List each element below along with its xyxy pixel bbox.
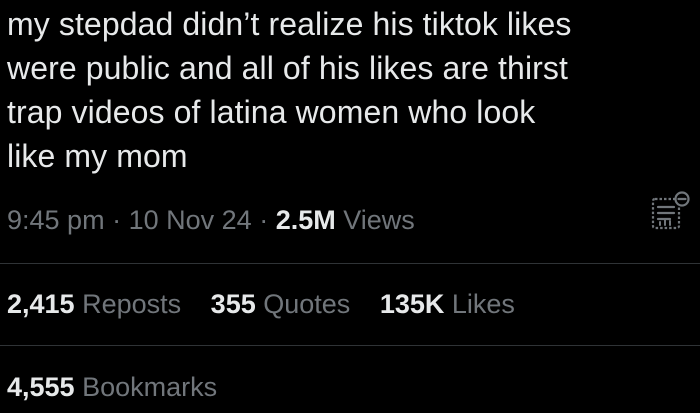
tweet-time[interactable]: 9:45 pm xyxy=(7,205,105,235)
divider xyxy=(0,263,700,264)
meta-separator: · xyxy=(259,205,269,235)
tweet-date[interactable]: 10 Nov 24 xyxy=(129,205,252,235)
reposts-count: 2,415 xyxy=(7,289,75,319)
views-count: 2.5M xyxy=(275,205,336,235)
divider xyxy=(0,345,700,346)
reposts-label: Reposts xyxy=(82,289,182,319)
bookmarks-count: 4,555 xyxy=(7,372,75,402)
reposts-stat[interactable]: 2,415 Reposts xyxy=(7,285,181,323)
quotes-count: 355 xyxy=(210,289,256,319)
bookmarks-stat[interactable]: 4,555 Bookmarks xyxy=(7,368,217,406)
engagement-stats: 2,415 Reposts 355 Quotes 135K Likes xyxy=(7,285,537,323)
bookmarks-stats: 4,555 Bookmarks xyxy=(7,368,239,406)
likes-count: 135K xyxy=(379,289,445,319)
tweet-text: my stepdad didn’t realize his tiktok lik… xyxy=(7,6,572,174)
analytics-icon[interactable] xyxy=(648,190,690,232)
bookmarks-label: Bookmarks xyxy=(82,372,218,402)
likes-label: Likes xyxy=(451,289,515,319)
tweet-meta: 9:45 pm · 10 Nov 24 · 2.5M Views xyxy=(7,202,693,238)
views-label: Views xyxy=(343,205,415,235)
quotes-label: Quotes xyxy=(263,289,351,319)
quotes-stat[interactable]: 355 Quotes xyxy=(211,285,351,323)
meta-separator: · xyxy=(112,205,122,235)
likes-stat[interactable]: 135K Likes xyxy=(380,285,515,323)
